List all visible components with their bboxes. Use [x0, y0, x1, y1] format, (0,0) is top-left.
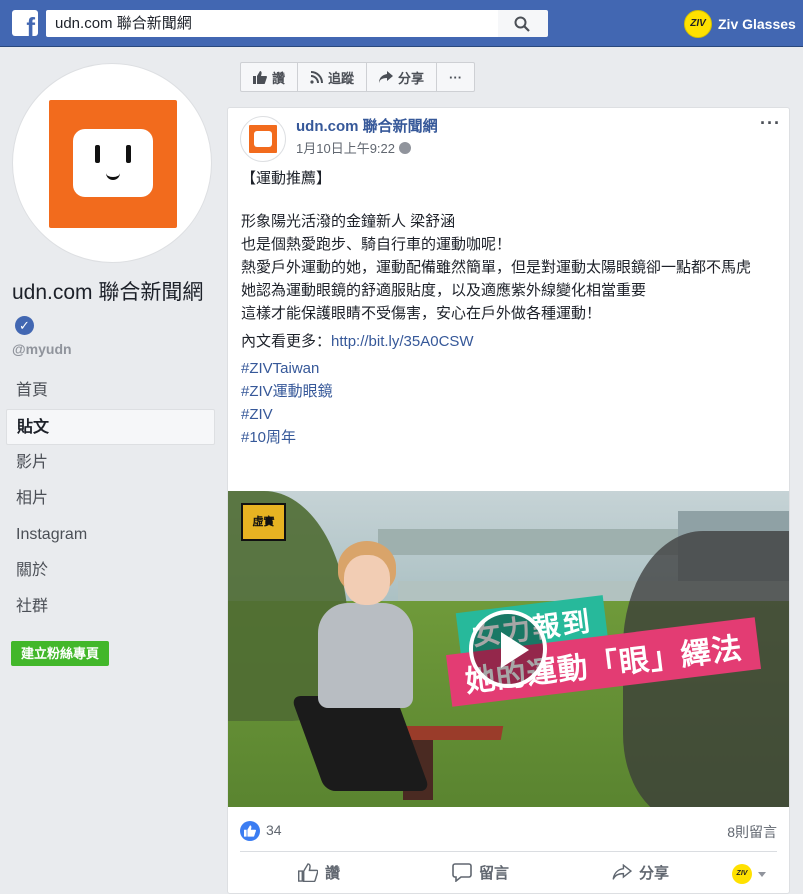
nav-item-community[interactable]: 社群 [6, 589, 215, 625]
nav-item-home[interactable]: 首頁 [6, 373, 215, 409]
comment-button[interactable]: 留言 [452, 862, 509, 883]
share-arrow-icon [379, 71, 394, 83]
share-page-button[interactable]: 分享 [367, 63, 438, 91]
thumbs-up-icon [298, 863, 318, 882]
comment-count[interactable]: 8則留言 [727, 822, 777, 842]
post-options-icon[interactable]: ··· [760, 113, 781, 134]
post-timestamp[interactable]: 1月10日上午9:22 [296, 138, 411, 157]
post-actions: 讚 留言 分享 ZIV [240, 851, 777, 893]
udn-logo-icon [49, 100, 177, 228]
hashtag-link[interactable]: #ZIVTaiwan [241, 360, 319, 377]
nav-item-posts[interactable]: 貼文 [6, 409, 215, 445]
post-as-page-selector[interactable]: ZIV [732, 864, 766, 884]
more-options-button[interactable]: ··· [437, 63, 474, 91]
verified-badge-icon: ✓ [15, 316, 34, 335]
search-icon [514, 16, 530, 32]
create-page-button[interactable]: 建立粉絲專頁 [11, 641, 110, 666]
video-player[interactable]: 虛實 女力報到 她的運動「眼」繹法 [228, 491, 789, 807]
globe-icon [399, 141, 411, 154]
share-arrow-icon [612, 864, 632, 880]
nav-item-photos[interactable]: 相片 [6, 481, 215, 517]
nav-item-instagram[interactable]: Instagram [6, 517, 215, 553]
comment-icon [452, 863, 472, 882]
post-line: 形象陽光活潑的金鐘新人 梁舒涵 [241, 213, 456, 230]
follow-button[interactable]: 追蹤 [298, 63, 368, 91]
share-button[interactable]: 分享 [612, 862, 669, 883]
page-like-button[interactable]: 讚 [241, 63, 299, 91]
video-channel-badge: 虛實 [241, 503, 286, 541]
thumbs-up-icon [253, 70, 267, 84]
hashtag-link[interactable]: #ZIV運動眼鏡 [241, 383, 333, 400]
page-avatar: ZIV [732, 864, 752, 884]
like-button[interactable]: 讚 [298, 862, 340, 883]
search-input[interactable]: udn.com 聯合新聞網 [46, 10, 498, 37]
like-reaction-icon[interactable] [240, 821, 260, 841]
like-count[interactable]: 34 [266, 822, 282, 838]
post-line: 她認為運動眼鏡的舒適服貼度，以及適應紫外線變化相當重要 [241, 282, 647, 299]
article-link[interactable]: http://bit.ly/35A0CSW [331, 333, 474, 350]
page-profile-picture[interactable] [12, 63, 212, 263]
post-heading: 【運動推薦】 [241, 170, 332, 187]
page-action-bar: 讚 追蹤 分享 ··· [240, 62, 476, 92]
post-card: udn.com 聯合新聞網 1月10日上午9:22 ··· 【運動推薦】 形象陽… [227, 107, 790, 894]
user-name: Ziv Glasses [718, 15, 796, 32]
nav-item-about[interactable]: 關於 [6, 553, 215, 589]
page-navigation: 首頁 貼文 影片 相片 Instagram 關於 社群 [6, 373, 215, 625]
user-profile-link[interactable]: ZIV Ziv Glasses [684, 9, 796, 38]
nav-item-videos[interactable]: 影片 [6, 445, 215, 481]
page-handle[interactable]: @myudn [12, 341, 72, 357]
hashtag-link[interactable]: #10周年 [241, 429, 296, 446]
post-author-avatar[interactable] [240, 116, 286, 162]
search-button[interactable] [498, 10, 548, 37]
post-text: 【運動推薦】 形象陽光活潑的金鐘新人 梁舒涵 也是個熱愛跑步、騎自行車的運動咖呢… [241, 167, 781, 449]
post-line: 熱愛戶外運動的她，運動配備雖然簡單，但是對運動太陽眼鏡卻一點都不馬虎 [241, 259, 752, 276]
read-more-line: 內文看更多：http://bit.ly/35A0CSW [241, 333, 474, 350]
page-title[interactable]: udn.com 聯合新聞網✓ [12, 279, 217, 335]
hashtag-link[interactable]: #ZIV [241, 406, 273, 423]
chevron-down-icon [758, 871, 766, 877]
user-avatar: ZIV [684, 9, 712, 38]
video-person-image [290, 541, 431, 791]
play-icon[interactable] [469, 610, 547, 688]
page-sidebar: udn.com 聯合新聞網✓ @myudn 首頁 貼文 影片 相片 Instag… [0, 47, 227, 894]
rss-icon [310, 70, 324, 84]
post-line: 這樣才能保護眼睛不受傷害，安心在戶外做各種運動！ [241, 305, 602, 322]
post-line: 也是個熱愛跑步、騎自行車的運動咖呢！ [241, 236, 512, 253]
facebook-logo-icon[interactable]: f [12, 10, 38, 36]
post-stats: 34 8則留言 [240, 819, 777, 841]
top-navigation-bar: f udn.com 聯合新聞網 ZIV Ziv Glasses [0, 0, 803, 47]
post-author-name[interactable]: udn.com 聯合新聞網 [296, 115, 438, 136]
hashtag-list: #ZIVTaiwan #ZIV運動眼鏡 #ZIV #10周年 [241, 357, 781, 449]
